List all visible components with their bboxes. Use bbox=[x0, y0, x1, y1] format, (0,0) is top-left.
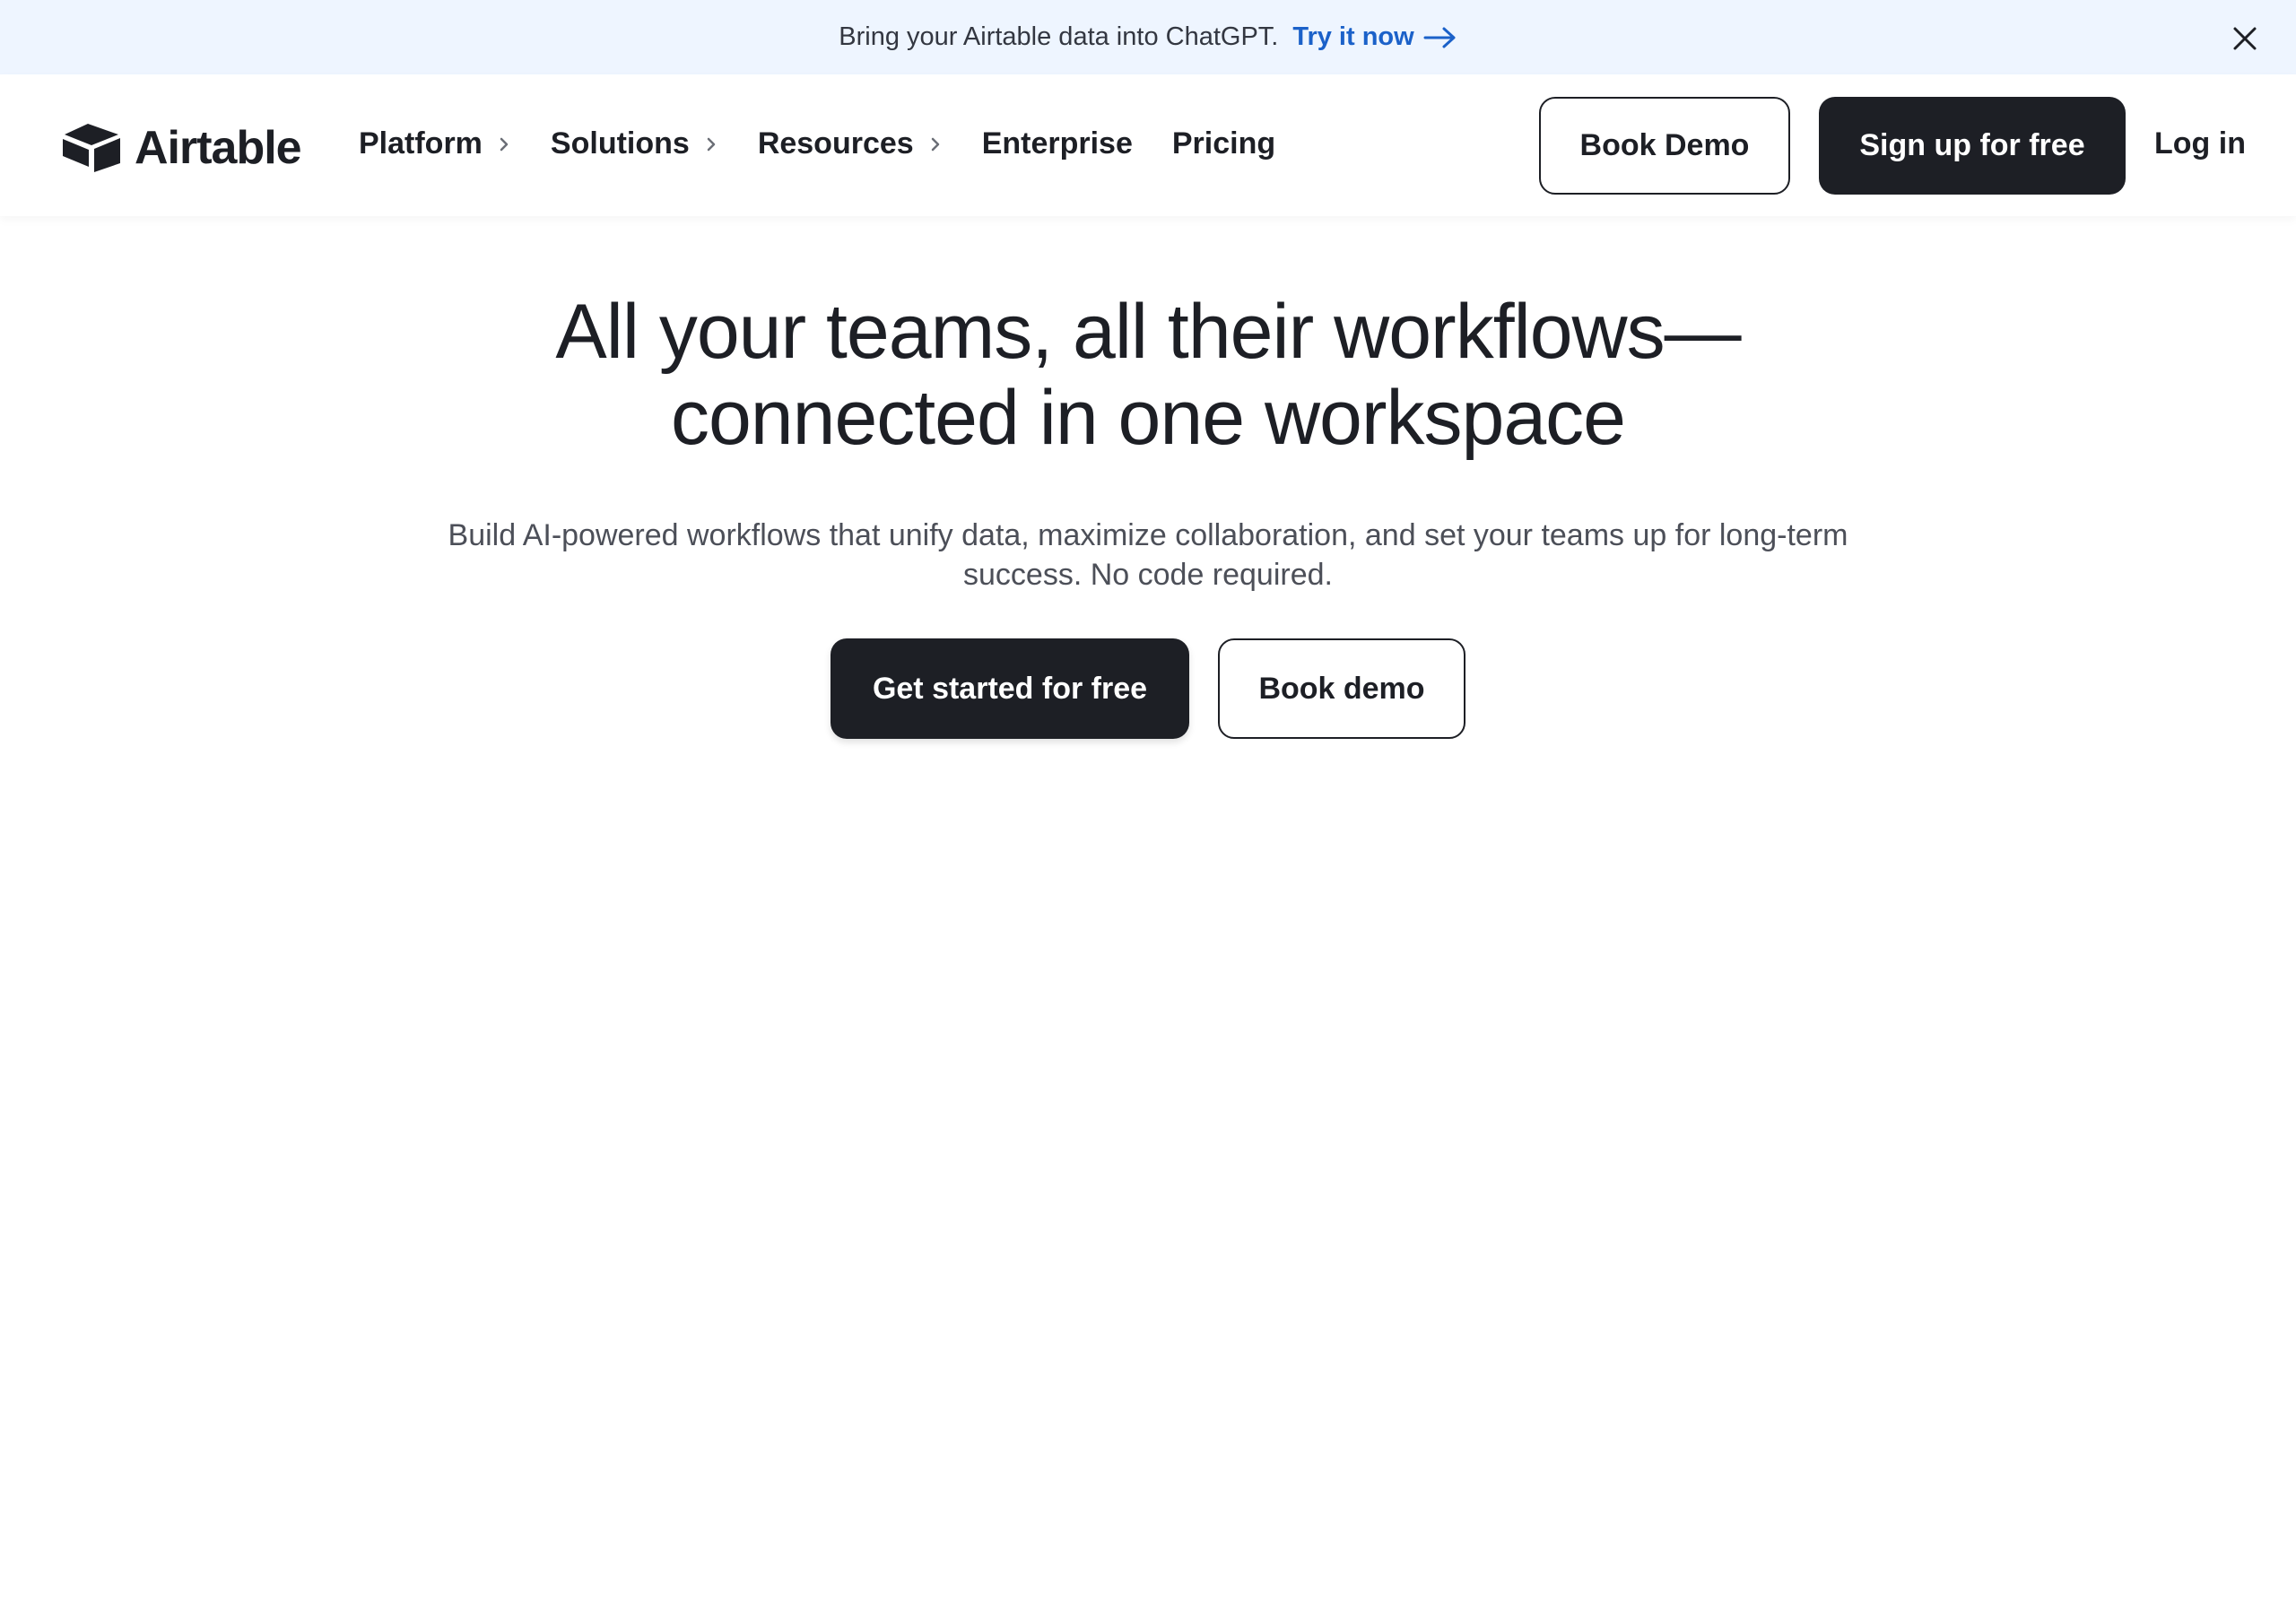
chevron-right-icon bbox=[707, 137, 716, 151]
chevron-right-icon bbox=[500, 137, 509, 151]
log-in-link[interactable]: Log in bbox=[2154, 126, 2246, 161]
nav-item-solutions[interactable]: Solutions bbox=[551, 126, 718, 161]
nav-item-resources[interactable]: Resources bbox=[758, 126, 943, 161]
sign-up-button[interactable]: Sign up for free bbox=[1819, 97, 2126, 195]
hero-title: All your teams, all their workflows— con… bbox=[0, 289, 2296, 461]
airtable-logo[interactable]: Airtable bbox=[61, 121, 302, 175]
logo-wordmark: Airtable bbox=[135, 122, 302, 174]
get-started-button[interactable]: Get started for free bbox=[831, 638, 1189, 739]
nav-label-solutions: Solutions bbox=[550, 126, 690, 161]
announcement-banner: Bring your Airtable data into ChatGPT. T… bbox=[0, 0, 2296, 74]
hero-title-line-2: connected in one workspace bbox=[670, 375, 1626, 461]
nav-label-resources: Resources bbox=[757, 126, 914, 161]
hero-subtitle-line-2: success. No code required. bbox=[963, 558, 1333, 592]
site-header: Airtable Platform Solutions Resources En… bbox=[0, 74, 2296, 216]
main-nav: Platform Solutions Resources Enterprise … bbox=[359, 126, 1315, 161]
try-it-now-link[interactable]: Try it now bbox=[1292, 22, 1457, 52]
airtable-cube-icon bbox=[63, 124, 120, 172]
book-demo-button[interactable]: Book Demo bbox=[1539, 97, 1790, 195]
close-icon[interactable] bbox=[2231, 25, 2258, 52]
nav-label-pricing: Pricing bbox=[1171, 126, 1276, 161]
hero-title-line-1: All your teams, all their workflows— bbox=[555, 289, 1741, 375]
nav-label-enterprise: Enterprise bbox=[981, 126, 1133, 161]
hero-subtitle: Build AI-powered workflows that unify da… bbox=[430, 516, 1866, 594]
arrow-right-icon bbox=[1423, 27, 1456, 48]
try-it-now-label: Try it now bbox=[1292, 22, 1414, 51]
banner-text: Bring your Airtable data into ChatGPT. bbox=[839, 22, 1279, 51]
nav-item-enterprise[interactable]: Enterprise bbox=[982, 126, 1133, 161]
nav-item-platform[interactable]: Platform bbox=[359, 126, 511, 161]
chevron-right-icon bbox=[931, 137, 939, 151]
hero-book-demo-button[interactable]: Book demo bbox=[1218, 638, 1465, 739]
nav-label-platform: Platform bbox=[359, 126, 483, 161]
hero-subtitle-line-1: Build AI-powered workflows that unify da… bbox=[448, 518, 1848, 552]
nav-item-pricing[interactable]: Pricing bbox=[1172, 126, 1275, 161]
